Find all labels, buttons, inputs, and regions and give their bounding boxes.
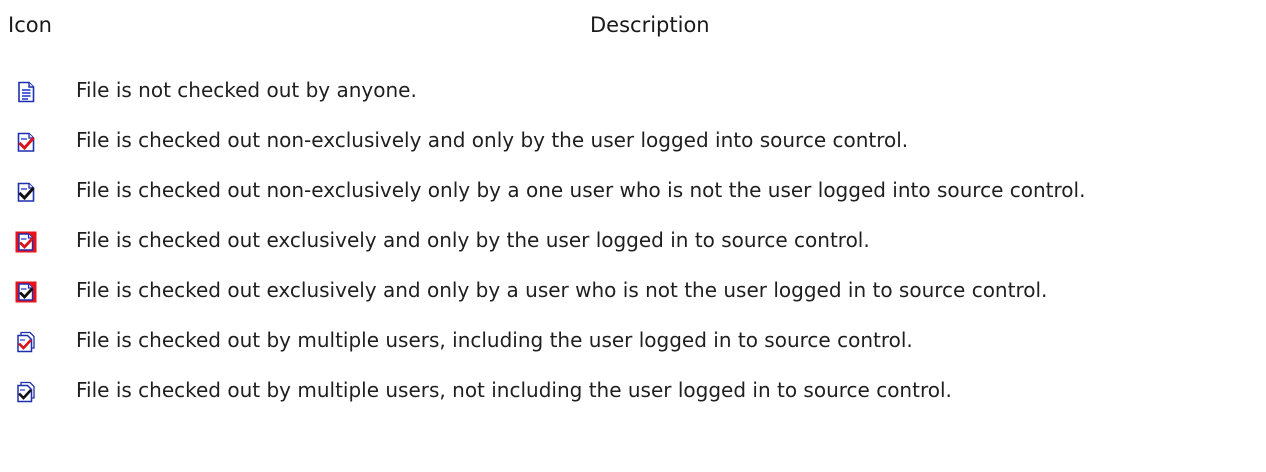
table-row: File is checked out by multiple users, i… xyxy=(0,326,1266,376)
table-header: Icon Description xyxy=(0,13,1266,43)
file-checked-out-nonexclusive-other-icon xyxy=(15,181,37,203)
file-checked-out-nonexclusive-self-icon xyxy=(15,131,37,153)
icon-column-header: Icon xyxy=(8,13,52,37)
table-row: File is checked out exclusively and only… xyxy=(0,276,1266,326)
row-description: File is checked out non-exclusively only… xyxy=(76,178,1086,202)
row-description: File is checked out exclusively and only… xyxy=(76,278,1048,302)
description-column-header: Description xyxy=(590,13,710,37)
table-row: File is checked out exclusively and only… xyxy=(0,226,1266,276)
icon-legend-list: File is not checked out by anyone. File … xyxy=(0,76,1266,426)
row-description: File is not checked out by anyone. xyxy=(76,78,417,102)
table-row: File is checked out non-exclusively and … xyxy=(0,126,1266,176)
row-description: File is checked out non-exclusively and … xyxy=(76,128,909,152)
table-row: File is not checked out by anyone. xyxy=(0,76,1266,126)
file-checked-out-exclusive-other-icon xyxy=(15,281,37,303)
table-row: File is checked out by multiple users, n… xyxy=(0,376,1266,426)
row-description: File is checked out by multiple users, n… xyxy=(76,378,952,402)
file-checked-out-multiple-including-self-icon xyxy=(15,331,37,353)
row-description: File is checked out exclusively and only… xyxy=(76,228,870,252)
table-row: File is checked out non-exclusively only… xyxy=(0,176,1266,226)
file-not-checked-out-icon xyxy=(15,81,37,103)
file-checked-out-multiple-excluding-self-icon xyxy=(15,381,37,403)
file-checked-out-exclusive-self-icon xyxy=(15,231,37,253)
row-description: File is checked out by multiple users, i… xyxy=(76,328,913,352)
